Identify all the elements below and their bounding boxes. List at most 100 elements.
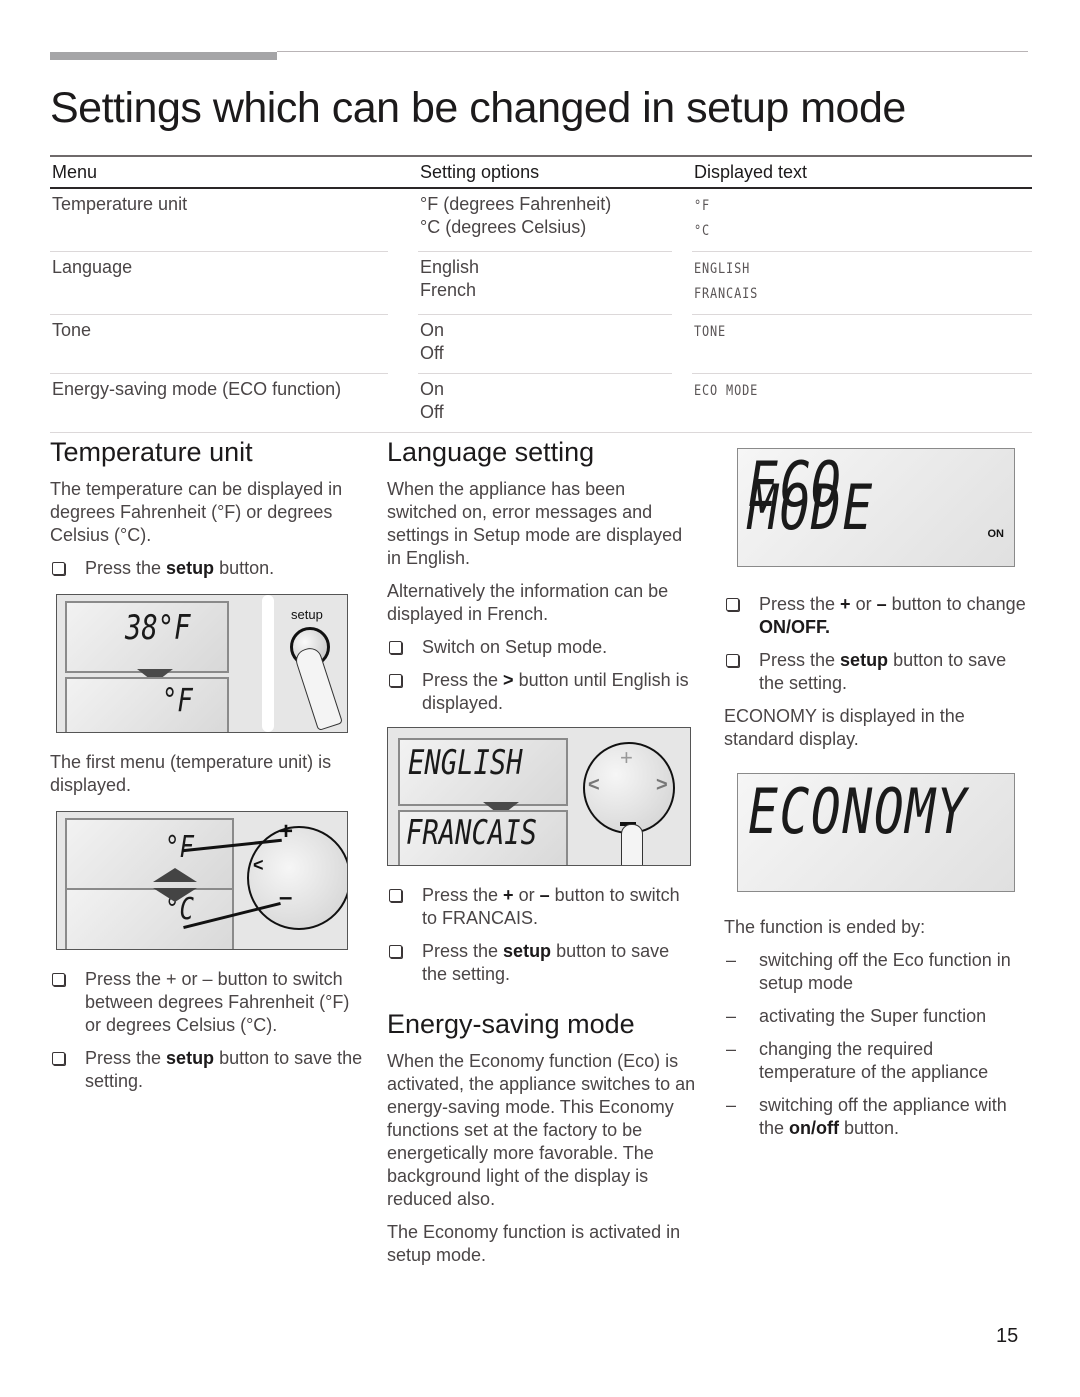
- table-row: Tone On Off TONE: [50, 315, 1032, 373]
- section-energy-saving: Energy-saving mode When the Economy func…: [387, 1008, 697, 1267]
- checkbox-bullet-icon: [389, 889, 402, 902]
- lcd-display-bottom: FRANCAIS: [398, 810, 568, 865]
- step-bold: setup: [503, 941, 552, 961]
- caption-first-menu: The first menu (temperature unit) is dis…: [50, 752, 332, 795]
- item-text: changing the required temperature of the…: [759, 1039, 989, 1082]
- plus-button[interactable]: +: [620, 746, 633, 769]
- checkbox-bullet-icon: [389, 674, 402, 687]
- lcd-display-bottom: °F: [65, 677, 229, 732]
- option-text: °C (degrees Celsius): [420, 217, 587, 237]
- item-text: switching off the Eco function in setup …: [759, 950, 1011, 993]
- item-bold: on/off: [789, 1118, 840, 1138]
- section-intro: The temperature can be displayed in degr…: [50, 479, 343, 545]
- cell-options: °F (degrees Fahrenheit) °C (degrees Celsi…: [418, 188, 692, 251]
- instruction-step: Press the + or – button to switch betwee…: [50, 968, 365, 1037]
- section-intro: The Economy function is activated in set…: [387, 1222, 681, 1265]
- ended-item: – switching off the Eco function in setup…: [724, 949, 1034, 995]
- settings-table: Menu Setting options Displayed text Temp…: [50, 155, 1032, 433]
- step-text: Press the + or – button to switch betwee…: [85, 969, 350, 1035]
- option-text: Off: [420, 402, 444, 422]
- header-rule-thick: [50, 52, 277, 60]
- lcd-display-economy: ECONOMY: [737, 773, 1015, 892]
- cell-options: English French: [418, 252, 692, 314]
- instruction-step: Press the setup button.: [50, 557, 365, 580]
- section-heading: Temperature unit: [50, 437, 253, 467]
- cell-menu: Tone: [52, 320, 92, 340]
- section-eco-mode: ECO MODE ON Press the + or – button to c…: [724, 448, 1034, 1150]
- illustration-setup-button: 38°F °F setup: [56, 594, 348, 733]
- table-row: Language English French ENGLISH FRANCAIS: [50, 252, 1032, 314]
- section-intro: When the Economy function (Eco) is activ…: [387, 1051, 696, 1209]
- step-text: Press the: [759, 594, 841, 614]
- lcd-text: ECO MODE: [748, 448, 874, 544]
- table-row: Energy-saving mode (ECO function) On Off …: [50, 374, 1032, 432]
- right-button[interactable]: >: [656, 774, 668, 797]
- setup-button-label: setup: [291, 607, 323, 622]
- dash-bullet-icon: –: [726, 950, 737, 970]
- step-text: or: [513, 885, 540, 905]
- cell-menu: Language: [52, 257, 133, 277]
- step-text: Switch on Setup mode.: [422, 637, 608, 657]
- checkbox-bullet-icon: [726, 598, 739, 611]
- instruction-step: Switch on Setup mode.: [387, 636, 697, 659]
- section-heading: Energy-saving mode: [387, 1009, 635, 1039]
- lcd-text: FRANCAIS: [406, 813, 538, 853]
- instruction-step: Press the + or – button to switch to FRA…: [387, 884, 697, 930]
- left-button[interactable]: <: [253, 854, 264, 877]
- instruction-step: Press the > button until English is disp…: [387, 669, 697, 715]
- lcd-text: TONE: [694, 324, 727, 340]
- table-header-row: Menu Setting options Displayed text: [50, 155, 1032, 189]
- cell-menu: Energy-saving mode (ECO function): [52, 379, 342, 399]
- lcd-display-top: °F: [65, 818, 234, 890]
- section-language: Language setting When the appliance has …: [387, 436, 697, 1277]
- step-text: Press the: [85, 1048, 167, 1068]
- checkbox-bullet-icon: [52, 1052, 65, 1065]
- instruction-step: Press the setup button to save the setti…: [387, 940, 697, 986]
- column-header-menu: Menu: [50, 155, 418, 189]
- lcd-text: °F: [694, 198, 711, 214]
- section-temperature-unit: Temperature unit The temperature can be …: [50, 436, 365, 1103]
- left-button[interactable]: <: [588, 774, 600, 797]
- lcd-text: °C: [694, 223, 711, 239]
- cell-displayed: ENGLISH FRANCAIS: [692, 252, 1032, 314]
- step-bold: setup: [840, 650, 889, 670]
- item-text: button.: [839, 1118, 900, 1138]
- step-text: button.: [214, 558, 275, 578]
- page-title: Settings which can be changed in setup m…: [50, 84, 906, 132]
- finger-icon: [621, 824, 643, 865]
- step-text: button to change: [886, 594, 1026, 614]
- lcd-text: ENGLISH: [694, 261, 751, 277]
- option-text: °F (degrees Fahrenheit): [420, 194, 612, 214]
- step-text: Press the: [422, 941, 504, 961]
- instruction-step: Press the setup button to save the setti…: [50, 1047, 365, 1093]
- illustration-plus-minus: °F °C + < –: [56, 811, 348, 950]
- step-text: Press the: [422, 885, 504, 905]
- lcd-text: ENGLISH: [408, 743, 523, 783]
- minus-button[interactable]: –: [279, 886, 292, 910]
- illustration-language: ENGLISH FRANCAIS + < >: [387, 727, 691, 866]
- step-bold: setup: [166, 558, 215, 578]
- cutaway-divider: [262, 595, 274, 732]
- option-text: English: [420, 257, 480, 277]
- lcd-text: ECO MODE: [694, 383, 759, 399]
- cell-displayed: TONE: [692, 315, 1032, 373]
- checkbox-bullet-icon: [52, 562, 65, 575]
- cell-options: On Off: [418, 374, 692, 432]
- cell-displayed: ECO MODE: [692, 374, 1032, 432]
- option-text: On: [420, 379, 445, 399]
- instruction-step: Press the + or – button to change ON/OFF…: [724, 593, 1034, 639]
- lcd-text: °F: [162, 681, 193, 719]
- dash-bullet-icon: –: [726, 1039, 737, 1059]
- step-text: or: [850, 594, 877, 614]
- step-bold: >: [503, 670, 514, 690]
- lcd-text: ECONOMY: [748, 775, 969, 848]
- lcd-display-top: ENGLISH: [398, 738, 568, 806]
- finger-icon: [292, 644, 344, 732]
- step-bold: –: [876, 594, 887, 614]
- dash-bullet-icon: –: [726, 1095, 737, 1115]
- table-row: Temperature unit °F (degrees Fahrenheit)…: [50, 188, 1032, 251]
- item-text: activating the Super function: [759, 1006, 987, 1026]
- checkbox-bullet-icon: [389, 945, 402, 958]
- option-text: French: [420, 280, 477, 300]
- cell-menu: Temperature unit: [52, 194, 188, 214]
